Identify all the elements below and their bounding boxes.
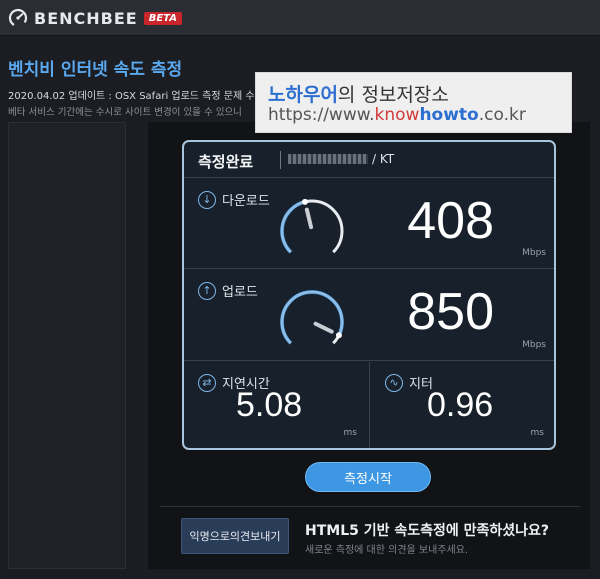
side-panel: [8, 122, 126, 569]
upload-label: ↑ 업로드: [198, 281, 258, 300]
jitter-unit: ms: [530, 428, 544, 438]
satisfaction-question: HTML5 기반 속도측정에 만족하셨나요?: [305, 523, 550, 539]
result-header: 측정완료 / KT: [184, 142, 554, 178]
download-label-text: 다운로드: [222, 194, 270, 209]
latency-cell: ⇄ 지연시간 5.08 ms: [184, 362, 370, 448]
watermark-name-highlight: 노하우어: [268, 84, 338, 106]
anonymous-feedback-button[interactable]: 익명으로의견보내기: [181, 518, 289, 554]
watermark-box: 노하우어의 정보저장소 https://www.knowhowto.co.kr: [255, 72, 572, 133]
upload-gauge-fill: [280, 290, 344, 345]
jitter-label: ∿ 지터: [385, 373, 433, 392]
watermark-url-prefix: https://www.: [268, 105, 375, 125]
ip-address-redacted: [288, 154, 368, 164]
watermark-url-know: know: [374, 105, 420, 125]
upload-row: ↑ 업로드 850 Mbps: [184, 270, 554, 361]
top-bar: BENCHBEE BETA: [0, 0, 600, 36]
result-status: 측정완료: [198, 153, 254, 171]
beta-notice: 베타 서비스 기간에는 수시로 사이트 변경이 있을 수 있으니: [8, 107, 242, 118]
swap-arrows-icon: ⇄: [198, 373, 216, 392]
result-card: 측정완료 / KT ↓ 다운로드 408 Mbps ↑ 업로드 850 Mbps…: [182, 140, 556, 450]
beta-badge: BETA: [143, 11, 182, 25]
upload-gauge-tip: [335, 332, 342, 339]
logo-gauge-icon: [8, 8, 28, 28]
latency-value: 5.08: [236, 386, 303, 424]
watermark-url-howto: howto: [419, 105, 479, 125]
upload-unit: Mbps: [522, 340, 546, 350]
watermark-name-rest: 의 정보저장소: [337, 84, 449, 106]
download-gauge: [280, 198, 344, 254]
footer-divider: [160, 506, 580, 507]
download-value: 408: [407, 192, 494, 250]
isp-label: / KT: [372, 152, 395, 166]
upload-gauge: [280, 290, 344, 345]
upload-gauge-needle: [313, 321, 334, 334]
latency-row: ⇄ 지연시간 5.08 ms ∿ 지터 0.96 ms: [184, 362, 554, 448]
download-gauge-fill: [280, 199, 306, 254]
upload-value: 850: [407, 283, 494, 341]
feedback-subtitle: 새로운 측정에 대한 의견을 보내주세요.: [305, 545, 469, 556]
upload-arrow-icon: ↑: [198, 281, 216, 300]
download-arrow-icon: ↓: [198, 190, 216, 209]
header-divider: [280, 151, 281, 169]
watermark-title: 노하우어의 정보저장소: [268, 80, 449, 107]
update-notice: 2020.04.02 업데이트 : OSX Safari 업로드 측정 문제 수…: [8, 91, 264, 102]
start-test-button[interactable]: 측정시작: [305, 462, 431, 492]
jitter-value: 0.96: [427, 386, 494, 424]
download-unit: Mbps: [522, 248, 546, 258]
download-gauge-needle: [304, 207, 314, 230]
wave-icon: ∿: [385, 373, 403, 392]
page-title: 벤치비 인터넷 속도 측정: [8, 60, 183, 80]
download-label: ↓ 다운로드: [198, 190, 270, 209]
watermark-url-suffix: .co.kr: [478, 105, 526, 125]
benchbee-logo[interactable]: BENCHBEE BETA: [8, 7, 182, 29]
watermark-url: https://www.knowhowto.co.kr: [268, 105, 526, 125]
logo-text: BENCHBEE: [34, 8, 138, 28]
upload-label-text: 업로드: [222, 285, 258, 300]
latency-unit: ms: [343, 428, 357, 438]
download-row: ↓ 다운로드 408 Mbps: [184, 179, 554, 269]
download-gauge-tip: [301, 198, 308, 205]
jitter-cell: ∿ 지터 0.96 ms: [371, 362, 556, 448]
